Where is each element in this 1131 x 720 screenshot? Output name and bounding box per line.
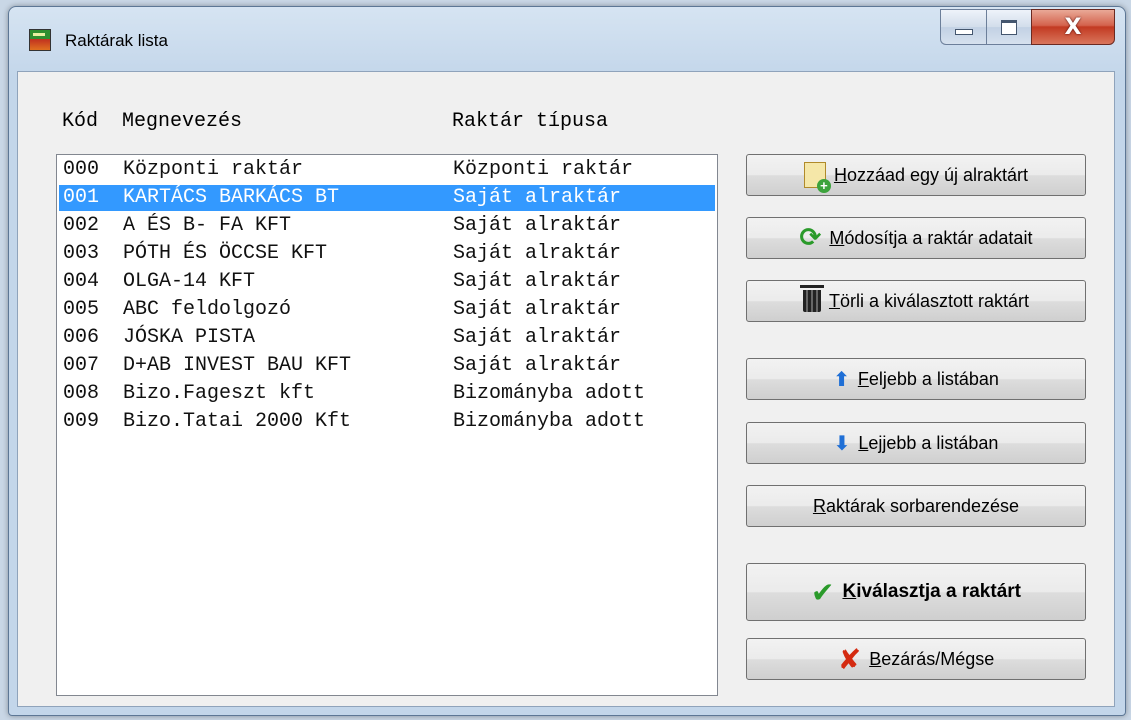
list-cell-name: Központi raktár	[123, 158, 304, 181]
maximize-button[interactable]	[986, 9, 1031, 45]
list-item[interactable]: 000 Központi raktár Központi raktár	[59, 157, 715, 183]
list-cell-name: PÓTH ÉS ÖCCSE KFT	[123, 242, 328, 265]
column-header-code: Kód	[62, 110, 99, 133]
modify-warehouse-button[interactable]: ⟳ Módosítja a raktár adatait	[746, 217, 1086, 259]
list-cell-name: JÓSKA PISTA	[123, 326, 256, 349]
list-cell-name: KARTÁCS BARKÁCS BT	[123, 186, 340, 209]
window-title: Raktárak lista	[65, 31, 168, 50]
list-cell-code: 002	[63, 214, 100, 237]
list-cell-type: Saját alraktár	[453, 186, 622, 209]
list-item[interactable]: 003 PÓTH ÉS ÖCCSE KFT Saját alraktár	[59, 241, 715, 267]
list-cell-type: Központi raktár	[453, 158, 634, 181]
column-header-name: Megnevezés	[122, 110, 243, 133]
list-cell-type: Saját alraktár	[453, 214, 622, 237]
app-icon[interactable]	[29, 29, 51, 51]
title-bar[interactable]: Raktárak lista X	[9, 7, 1125, 71]
sort-warehouses-button[interactable]: Raktárak sorbarendezése	[746, 485, 1086, 527]
list-cell-name: A ÉS B- FA KFT	[123, 214, 292, 237]
delete-warehouse-button[interactable]: Törli a kiválasztott raktárt	[746, 280, 1086, 322]
move-up-button[interactable]: ⬆ Feljebb a listában	[746, 358, 1086, 400]
checkmark-icon: ✔	[811, 575, 835, 609]
list-cell-code: 008	[63, 382, 100, 405]
list-item[interactable]: 004 OLGA-14 KFT Saját alraktár	[59, 269, 715, 295]
list-cell-name: Bizo.Fageszt kft	[123, 382, 316, 405]
add-document-icon	[803, 162, 831, 193]
minimize-button[interactable]	[940, 9, 986, 45]
refresh-icon: ⟳	[799, 223, 822, 253]
list-item[interactable]: 006 JÓSKA PISTA Saját alraktár	[59, 325, 715, 351]
move-down-button[interactable]: ⬇ Lejjebb a listában	[746, 422, 1086, 464]
warehouse-list-window: Raktárak lista X Kód Megnevezés Raktár t…	[8, 6, 1126, 716]
minimize-icon	[954, 29, 973, 35]
maximize-icon	[1001, 19, 1017, 35]
list-cell-type: Saját alraktár	[453, 270, 622, 293]
list-cell-code: 001	[63, 186, 100, 209]
list-cell-name: D+AB INVEST BAU KFT	[123, 354, 352, 377]
list-cell-code: 005	[63, 298, 100, 321]
list-item[interactable]: 008 Bizo.Fageszt kft Bizományba adott	[59, 381, 715, 407]
list-cell-code: 009	[63, 410, 100, 433]
list-item[interactable]: 002 A ÉS B- FA KFT Saját alraktár	[59, 213, 715, 239]
list-cell-type: Saját alraktár	[453, 354, 622, 377]
select-warehouse-button[interactable]: ✔ Kiválasztja a raktárt	[746, 563, 1086, 621]
list-item[interactable]: 009 Bizo.Tatai 2000 Kft Bizományba adott	[59, 409, 715, 435]
list-cell-name: Bizo.Tatai 2000 Kft	[123, 410, 352, 433]
red-x-icon: ✘	[837, 642, 862, 676]
list-cell-name: ABC feldolgozó	[123, 298, 292, 321]
close-window-button[interactable]: X	[1031, 9, 1115, 45]
list-cell-type: Saját alraktár	[453, 326, 622, 349]
arrow-down-icon: ⬇	[833, 431, 851, 455]
list-item[interactable]: 007 D+AB INVEST BAU KFT Saját alraktár	[59, 353, 715, 379]
dialog-body: Kód Megnevezés Raktár típusa 000 Központi…	[17, 71, 1115, 707]
caption-buttons: X	[940, 9, 1115, 45]
list-item[interactable]: 001 KARTÁCS BARKÁCS BT Saját alraktár	[58, 184, 716, 212]
column-header-type: Raktár típusa	[452, 110, 609, 133]
list-cell-code: 007	[63, 354, 100, 377]
list-cell-name: OLGA-14 KFT	[123, 270, 256, 293]
close-cancel-button[interactable]: ✘ Bezárás/Mégse	[746, 638, 1086, 680]
list-cell-code: 006	[63, 326, 100, 349]
list-cell-code: 004	[63, 270, 100, 293]
list-item[interactable]: 005 ABC feldolgozó Saját alraktár	[59, 297, 715, 323]
list-cell-code: 000	[63, 158, 100, 181]
warehouse-listbox[interactable]: 000 Központi raktár Központi raktár 001 KART…	[56, 154, 718, 696]
list-cell-code: 003	[63, 242, 100, 265]
list-cell-type: Saját alraktár	[453, 242, 622, 265]
list-cell-type: Bizományba adott	[453, 410, 646, 433]
list-cell-type: Bizományba adott	[453, 382, 646, 405]
trash-icon	[799, 285, 824, 312]
arrow-up-icon: ⬆	[833, 367, 850, 391]
add-warehouse-button[interactable]: Hozzáad egy új alraktárt	[746, 154, 1086, 196]
close-icon: X	[1064, 14, 1082, 40]
list-cell-type: Saját alraktár	[453, 298, 622, 321]
